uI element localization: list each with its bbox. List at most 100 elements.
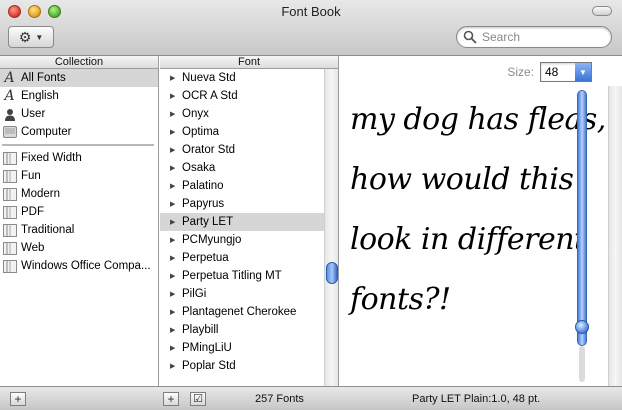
- font-item-pmingliu[interactable]: ▶ PMingLiU: [160, 339, 338, 357]
- chevron-down-icon[interactable]: ▼: [575, 63, 591, 81]
- collection-item-label: User: [21, 108, 46, 120]
- font-item-label: Plantagenet Cherokee: [182, 306, 297, 318]
- collection-item-label: English: [21, 90, 59, 102]
- font-item-label: Osaka: [182, 162, 216, 174]
- font-item-label: PMingLiU: [182, 342, 232, 354]
- add-collection-button[interactable]: +: [10, 392, 26, 406]
- collection-item-all-fonts[interactable]: A All Fonts: [0, 69, 158, 87]
- font-item-onyx[interactable]: ▶ Onyx: [160, 105, 338, 123]
- collection-item-fun[interactable]: Fun: [0, 167, 158, 185]
- disclosure-triangle-icon: ▶: [170, 75, 176, 82]
- preview-scroll-thumb[interactable]: [577, 90, 587, 346]
- collection-divider: [2, 144, 154, 146]
- disclosure-triangle-icon: ▶: [170, 147, 176, 154]
- collection-book-icon: [2, 205, 17, 219]
- enable-font-button[interactable]: ☑: [190, 392, 206, 406]
- window-title: Font Book: [281, 4, 341, 19]
- collection-item-web[interactable]: Web: [0, 239, 158, 257]
- font-list-scroll-thumb[interactable]: [326, 262, 338, 284]
- font-item-party-let[interactable]: ▶ Party LET: [160, 213, 338, 231]
- checkbox-icon: ☑: [193, 393, 203, 405]
- font-glyph-icon: A: [4, 88, 15, 104]
- disclosure-triangle-icon: ▶: [170, 237, 176, 244]
- add-font-button[interactable]: +: [163, 392, 179, 406]
- collection-book-icon: [2, 223, 17, 237]
- collection-item-label: PDF: [21, 206, 44, 218]
- status-bar: + + ☑ 257 Fonts Party LET Plain:1.0, 48 …: [0, 386, 622, 410]
- disclosure-triangle-icon: ▶: [170, 111, 176, 118]
- font-item-label: Papyrus: [182, 198, 225, 210]
- font-item-papyrus[interactable]: ▶ Papyrus: [160, 195, 338, 213]
- font-item-pilgi[interactable]: ▶ PilGi: [160, 285, 338, 303]
- disclosure-triangle-icon: ▶: [170, 309, 176, 316]
- collection-item-label: Fun: [21, 170, 41, 182]
- font-item-optima[interactable]: ▶ Optima: [160, 123, 338, 141]
- font-item-orator-std[interactable]: ▶ Orator Std: [160, 141, 338, 159]
- font-item-label: PilGi: [182, 288, 207, 300]
- collection-book-icon: [2, 187, 17, 201]
- plus-icon: +: [167, 392, 175, 406]
- font-info: Party LET Plain:1.0, 48 pt.: [412, 393, 541, 405]
- preview-sample-text: my dog has fleas, how would this look in…: [350, 90, 606, 330]
- search-field[interactable]: [456, 26, 612, 48]
- font-item-ocr-a-std[interactable]: ▶ OCR A Std: [160, 87, 338, 105]
- collection-item-computer[interactable]: Computer: [0, 123, 158, 141]
- font-item-poplar-std[interactable]: ▶ Poplar Std: [160, 357, 338, 375]
- collection-item-traditional[interactable]: Traditional: [0, 221, 158, 239]
- font-column-header: Font: [160, 56, 339, 69]
- font-list: ▶ ▶ Nueva Std ▶ OCR A Std ▶ Onyx ▶ Optima ▶ O…: [160, 69, 339, 386]
- font-glyph-icon: A: [4, 70, 15, 86]
- font-item-palatino[interactable]: ▶ Palatino: [160, 177, 338, 195]
- size-value[interactable]: 48: [545, 65, 558, 79]
- user-icon: [2, 107, 17, 121]
- collection-item-modern[interactable]: Modern: [0, 185, 158, 203]
- size-combo-box[interactable]: 48 ▼: [540, 62, 592, 82]
- disclosure-triangle-icon: ▶: [170, 327, 176, 334]
- font-item-nueva-std[interactable]: ▶ Nueva Std: [160, 69, 338, 87]
- preview-line: my dog has fleas,: [350, 102, 606, 137]
- font-item-pcmyungjo[interactable]: ▶ PCMyungjo: [160, 231, 338, 249]
- collection-item-english[interactable]: A English: [0, 87, 158, 105]
- collection-book-icon: [2, 151, 17, 165]
- preview-line: how would this: [350, 162, 574, 197]
- disclosure-triangle-icon: ▶: [170, 255, 176, 262]
- collection-item-label: Fixed Width: [21, 152, 82, 164]
- font-item-playbill[interactable]: ▶ Playbill: [160, 321, 338, 339]
- collection-item-label: Computer: [21, 126, 72, 138]
- collection-column-header: Collection: [0, 56, 159, 69]
- font-item-osaka[interactable]: ▶ Osaka: [160, 159, 338, 177]
- font-item-label: Nueva Std: [182, 72, 236, 84]
- font-item-perpetua[interactable]: ▶ Perpetua: [160, 249, 338, 267]
- action-menu-button[interactable]: ⚙ ▼: [8, 26, 54, 48]
- gear-icon: ⚙: [18, 28, 32, 45]
- font-item-label: Onyx: [182, 108, 209, 120]
- collection-item-label: Web: [21, 242, 45, 254]
- preview-line: look in different: [350, 222, 586, 257]
- font-item-label: Perpetua: [182, 252, 229, 264]
- computer-icon: [2, 125, 17, 139]
- disclosure-triangle-icon: ▶: [170, 201, 176, 208]
- font-item-label: Orator Std: [182, 144, 236, 156]
- size-slider-track[interactable]: [579, 346, 585, 382]
- collection-book-icon: [2, 259, 17, 273]
- disclosure-triangle-icon: ▶: [170, 219, 176, 226]
- collection-item-label: Modern: [21, 188, 60, 200]
- font-item-label: OCR A Std: [182, 90, 238, 102]
- collection-item-pdf[interactable]: PDF: [0, 203, 158, 221]
- toolbar-toggle-button[interactable]: [592, 6, 612, 16]
- collection-item-fixed-width[interactable]: Fixed Width: [0, 149, 158, 167]
- font-item-perpetua-titling-mt[interactable]: ▶ Perpetua Titling MT: [160, 267, 338, 285]
- font-item-plantagenet-cherokee[interactable]: ▶ Plantagenet Cherokee: [160, 303, 338, 321]
- collection-item-label: Windows Office Compa...: [21, 260, 151, 272]
- preview-scrollbar[interactable]: [608, 86, 622, 386]
- font-item-label: Party LET: [182, 216, 234, 228]
- search-input[interactable]: [482, 30, 602, 44]
- collection-list: A All Fonts A English User Computer Fixe…: [0, 69, 159, 386]
- size-slider-knob[interactable]: [575, 320, 589, 334]
- font-list-scrollbar[interactable]: [324, 69, 338, 386]
- disclosure-triangle-icon: ▶: [170, 273, 176, 280]
- disclosure-triangle-icon: ▶: [170, 291, 176, 298]
- disclosure-triangle-icon: ▶: [170, 345, 176, 352]
- collection-item-windows-office[interactable]: Windows Office Compa...: [0, 257, 158, 275]
- collection-item-user[interactable]: User: [0, 105, 158, 123]
